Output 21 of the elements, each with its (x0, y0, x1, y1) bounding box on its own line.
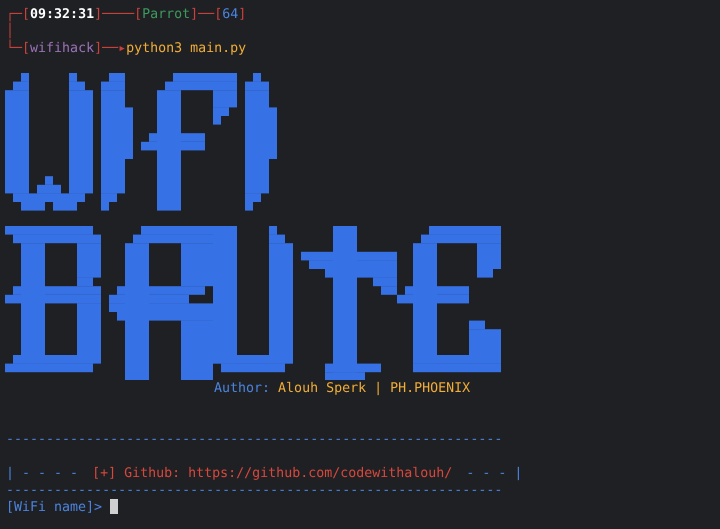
text-cursor[interactable] (110, 499, 118, 514)
prompt-directory: wifihack (30, 41, 94, 56)
dashed-divider: -------------------------------------------------------------- (6, 431, 504, 448)
author-name: Alouh Sperk | PH.PHOENIX (278, 381, 470, 396)
prompt-time: 09:32:31 (30, 7, 94, 22)
prompt-frame: ]────[ (94, 7, 142, 22)
border-dashes: | - - - - (6, 466, 78, 482)
prompt-number: 64 (222, 7, 238, 22)
input-prompt: [WiFi name]> (6, 500, 102, 516)
prompt-host: Parrot (142, 7, 190, 22)
prompt-frame: ]──▸ (94, 41, 126, 56)
prompt-frame: ┌─[ (6, 7, 30, 22)
command-text: python3 main.py (126, 41, 246, 56)
prompt-frame: │ (6, 24, 14, 39)
author-label: Author: (214, 381, 270, 396)
prompt-frame: ]──[ (190, 7, 222, 22)
prompt-frame: ] (238, 7, 246, 22)
github-link-text: [+] Github: https://github.com/codewithalouh/ (92, 466, 452, 482)
prompt-frame: └─[ (6, 41, 30, 56)
dashed-divider: -------------------------------------------------------------- (6, 482, 504, 500)
border-dashes: - - - | (466, 466, 522, 482)
